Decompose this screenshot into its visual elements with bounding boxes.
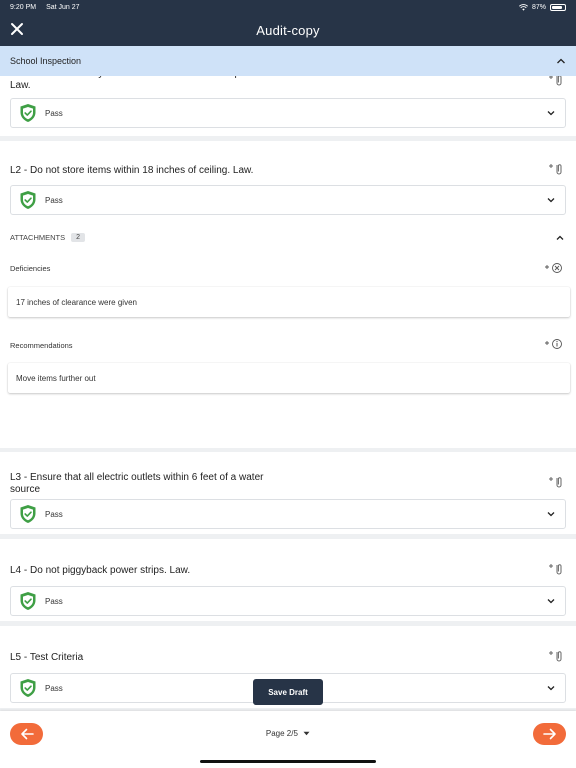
wifi-icon — [519, 3, 528, 11]
caret-down-icon — [303, 732, 310, 736]
chevron-down-icon — [547, 686, 555, 691]
question-card-l2: L2 - Do not store items within 18 inches… — [0, 141, 576, 448]
battery-percent: 87% — [531, 3, 546, 11]
question-card-l3: L3 - Ensure that all electric outlets wi… — [0, 452, 576, 534]
page-title: Audit-copy — [256, 22, 320, 38]
home-indicator — [200, 760, 376, 763]
attachments-label: ATTACHMENTS — [10, 233, 66, 242]
result-value: Pass — [45, 195, 63, 205]
result-select[interactable]: Pass — [10, 98, 566, 128]
result-select[interactable]: Pass — [10, 499, 566, 529]
section-title: School Inspection — [10, 56, 82, 66]
paperclip-add-icon[interactable] — [548, 649, 564, 663]
paperclip-add-icon[interactable] — [548, 562, 564, 576]
status-bar: 9:20 PM Sat Jun 27 87% — [0, 0, 576, 14]
chevron-down-icon — [547, 512, 555, 517]
battery-icon — [550, 3, 566, 11]
question-text: L5 - Test Criteria — [10, 652, 84, 663]
result-value: Pass — [45, 683, 63, 693]
shield-check-icon — [20, 679, 36, 697]
shield-check-icon — [20, 191, 36, 209]
chevron-up-icon[interactable] — [556, 235, 564, 241]
deficiencies-note[interactable]: 17 inches of clearance were given — [8, 287, 570, 317]
result-value: Pass — [45, 509, 63, 519]
next-page-button[interactable] — [533, 723, 566, 745]
chevron-down-icon — [547, 599, 555, 604]
attachments-count-badge: 2 — [71, 233, 86, 242]
add-info-icon[interactable] — [544, 338, 564, 350]
question-text: L2 - Do not store items within 18 inches… — [10, 165, 254, 176]
section-header[interactable]: School Inspection — [0, 46, 576, 76]
status-time: 9:20 PM — [10, 3, 37, 11]
result-value: Pass — [45, 596, 63, 606]
status-date: Sat Jun 27 — [46, 3, 80, 11]
chevron-up-icon[interactable] — [556, 57, 566, 65]
page-indicator[interactable]: Page 2/5 — [0, 729, 576, 738]
question-card-l4: L4 - Do not piggyback power strips. Law.… — [0, 539, 576, 621]
recommendations-note[interactable]: Move items further out — [8, 363, 570, 393]
add-remove-icon[interactable] — [544, 262, 564, 274]
save-draft-button[interactable]: Save Draft — [253, 679, 323, 705]
page-label: Page 2/5 — [265, 729, 298, 738]
result-value: Pass — [45, 108, 63, 118]
shield-check-icon — [20, 592, 36, 610]
chevron-down-icon — [547, 111, 555, 116]
deficiencies-label: Deficiencies — [10, 264, 51, 273]
close-icon[interactable] — [10, 22, 24, 36]
paperclip-add-icon[interactable] — [548, 475, 564, 489]
nav-bar: Audit-copy — [0, 14, 576, 46]
result-select[interactable]: Pass — [10, 185, 566, 215]
recommendations-label: Recommendations — [10, 341, 73, 350]
chevron-down-icon — [547, 198, 555, 203]
question-text: L3 - Ensure that all electric outlets wi… — [10, 472, 264, 495]
paperclip-add-icon[interactable] — [548, 162, 564, 176]
shield-check-icon — [20, 505, 36, 523]
audit-content[interactable]: L1 - Do not store any items within 3 fee… — [0, 46, 576, 711]
attachments-header[interactable]: ATTACHMENTS 2 — [10, 233, 86, 242]
question-text: L4 - Do not piggyback power strips. Law. — [10, 565, 191, 576]
result-select[interactable]: Pass — [10, 586, 566, 616]
arrow-right-icon — [542, 728, 556, 740]
pagination-footer: Page 2/5 — [0, 711, 576, 768]
shield-check-icon — [20, 104, 36, 122]
